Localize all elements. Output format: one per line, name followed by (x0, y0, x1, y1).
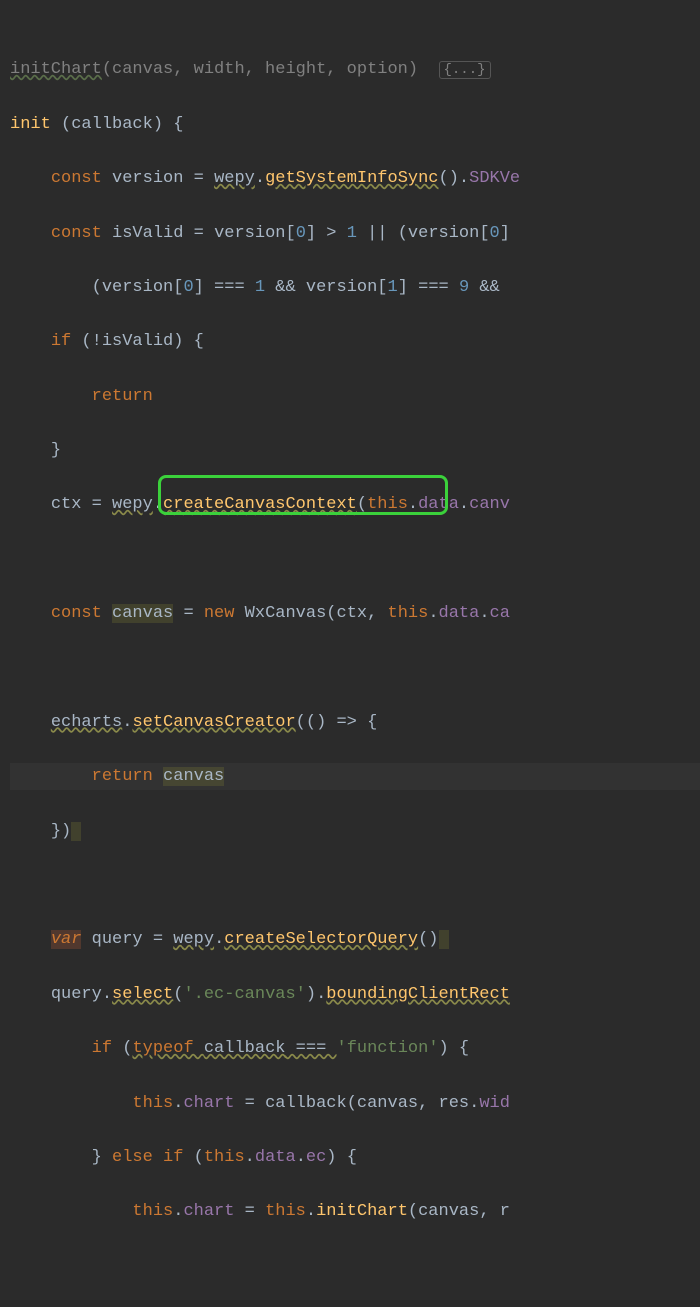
code-line (10, 546, 700, 573)
code-editor[interactable]: initChart(canvas, width, height, option)… (0, 0, 700, 1307)
code-line: return (10, 383, 700, 410)
code-line: var query = wepy.createSelectorQuery() (10, 926, 700, 953)
code-line: } else if (this.data.ec) { (10, 1144, 700, 1171)
code-line (10, 655, 700, 682)
code-line: query.select('.ec-canvas').boundingClien… (10, 981, 700, 1008)
code-line: this.chart = callback(canvas, res.wid (10, 1090, 700, 1117)
code-line: ctx = wepy.createCanvasContext(this.data… (10, 491, 700, 518)
code-line: initChart(canvas, width, height, option)… (10, 56, 700, 83)
code-line: }) (10, 818, 700, 845)
code-line: if (!isValid) { (10, 328, 700, 355)
code-line-active: return canvas (10, 763, 700, 790)
code-line: init (callback) { (10, 111, 700, 138)
code-line: const version = wepy.getSystemInfoSync()… (10, 165, 700, 192)
code-line: this.chart = this.initChart(canvas, r (10, 1198, 700, 1225)
code-line: if (typeof callback === 'function') { (10, 1035, 700, 1062)
code-line: echarts.setCanvasCreator(() => { (10, 709, 700, 736)
code-line (10, 872, 700, 899)
code-line: (version[0] === 1 && version[1] === 9 && (10, 274, 700, 301)
code-line: const canvas = new WxCanvas(ctx, this.da… (10, 600, 700, 627)
code-line: } (10, 437, 700, 464)
code-line: const isValid = version[0] > 1 || (versi… (10, 220, 700, 247)
fold-marker[interactable]: {...} (439, 61, 491, 79)
